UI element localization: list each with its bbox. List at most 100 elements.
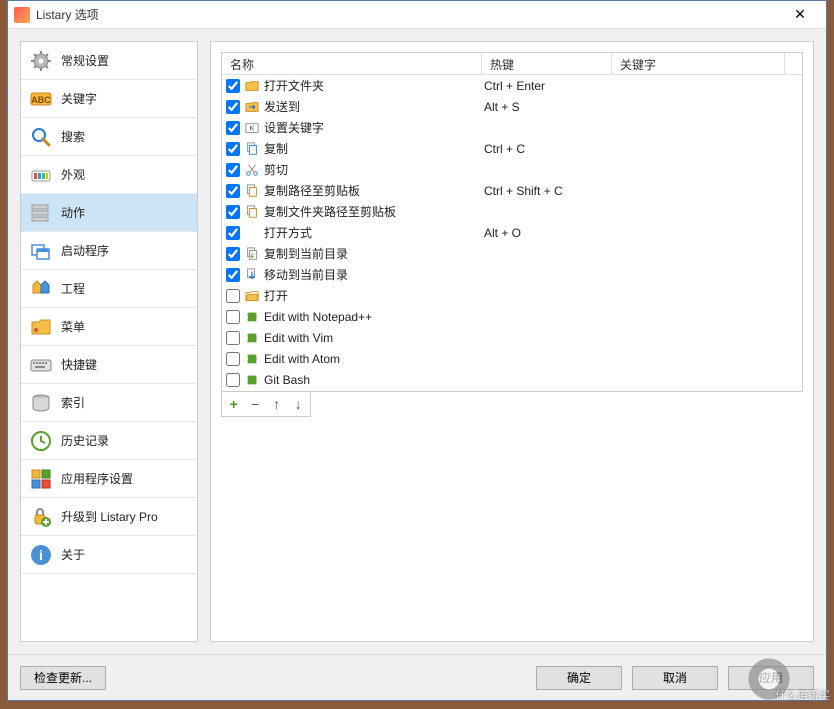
sidebar-item-menus[interactable]: 菜单 [21, 308, 197, 346]
row-hotkey: Ctrl + Shift + C [484, 184, 614, 198]
ok-button[interactable]: 确定 [536, 666, 622, 690]
col-header-name[interactable]: 名称 [222, 53, 482, 74]
close-button[interactable]: ✕ [780, 4, 820, 26]
row-hotkey: Alt + O [484, 226, 614, 240]
menus-icon [29, 315, 53, 339]
sidebar-item-launcher[interactable]: 启动程序 [21, 232, 197, 270]
remove-button[interactable]: − [246, 394, 266, 414]
check-updates-button[interactable]: 检查更新... [20, 666, 106, 690]
row-hotkey: Ctrl + Enter [484, 79, 614, 93]
row-checkbox[interactable] [226, 226, 240, 240]
list-row[interactable]: Edit with Atom [222, 348, 802, 369]
row-name: Edit with Atom [264, 352, 484, 366]
svg-text:ABC: ABC [31, 95, 51, 105]
keywords-icon: ABC [29, 87, 53, 111]
row-name: 发送到 [264, 98, 484, 115]
row-checkbox[interactable] [226, 331, 240, 345]
add-button[interactable]: + [224, 394, 244, 414]
list-row[interactable]: 复制Ctrl + C [222, 138, 802, 159]
row-icon [244, 372, 260, 388]
row-checkbox[interactable] [226, 247, 240, 261]
sidebar-item-label: 搜索 [61, 128, 85, 145]
row-name: 打开文件夹 [264, 77, 484, 94]
row-checkbox[interactable] [226, 289, 240, 303]
sidebar-item-label: 升级到 Listary Pro [61, 508, 158, 525]
sidebar-item-index[interactable]: 索引 [21, 384, 197, 422]
sidebar-item-label: 应用程序设置 [61, 470, 133, 487]
sidebar-item-about[interactable]: i 关于 [21, 536, 197, 574]
row-icon: K [244, 120, 260, 136]
list-row[interactable]: 复制到当前目录 [222, 243, 802, 264]
sidebar-item-label: 动作 [61, 204, 85, 221]
move-up-button[interactable]: ↑ [267, 394, 287, 414]
sidebar-item-projects[interactable]: 工程 [21, 270, 197, 308]
sidebar-item-label: 常规设置 [61, 52, 109, 69]
row-icon [244, 225, 260, 241]
col-header-scroll [785, 53, 802, 74]
list-row[interactable]: 移动到当前目录 [222, 264, 802, 285]
row-icon [244, 78, 260, 94]
col-header-hotkey[interactable]: 热键 [482, 53, 612, 74]
list-row[interactable]: Edit with Vim [222, 327, 802, 348]
row-checkbox[interactable] [226, 268, 240, 282]
list-row[interactable]: 复制路径至剪贴板Ctrl + Shift + C [222, 180, 802, 201]
cancel-button[interactable]: 取消 [632, 666, 718, 690]
list-row[interactable]: 打开方式Alt + O [222, 222, 802, 243]
sidebar-item-appearance[interactable]: 外观 [21, 156, 197, 194]
row-name: 复制到当前目录 [264, 245, 484, 262]
row-name: 复制路径至剪贴板 [264, 182, 484, 199]
sidebar-item-hotkeys[interactable]: 快捷键 [21, 346, 197, 384]
col-header-keyword[interactable]: 关键字 [612, 53, 785, 74]
sidebar-item-label: 关于 [61, 546, 85, 563]
window-title: Listary 选项 [36, 6, 780, 23]
list-body[interactable]: 打开文件夹Ctrl + Enter发送到Alt + SK设置关键字复制Ctrl … [222, 75, 802, 391]
sidebar-item-actions[interactable]: 动作 [21, 194, 197, 232]
sidebar-item-history[interactable]: 历史记录 [21, 422, 197, 460]
list-row[interactable]: Edit with Notepad++ [222, 306, 802, 327]
row-checkbox[interactable] [226, 79, 240, 93]
row-checkbox[interactable] [226, 142, 240, 156]
content-area: 常规设置ABC关键字搜索外观动作启动程序工程菜单快捷键索引历史记录应用程序设置升… [8, 29, 826, 654]
general-icon [29, 49, 53, 73]
row-icon [244, 309, 260, 325]
launcher-icon [29, 239, 53, 263]
app-icon [14, 7, 30, 23]
list-row[interactable]: K设置关键字 [222, 117, 802, 138]
move-down-button[interactable]: ↓ [289, 394, 309, 414]
row-name: 设置关键字 [264, 119, 484, 136]
sidebar-item-search[interactable]: 搜索 [21, 118, 197, 156]
row-icon [244, 267, 260, 283]
about-icon: i [29, 543, 53, 567]
list-row[interactable]: 剪切 [222, 159, 802, 180]
apply-button[interactable]: 应用 [728, 666, 814, 690]
row-name: 剪切 [264, 161, 484, 178]
row-icon [244, 204, 260, 220]
row-checkbox[interactable] [226, 205, 240, 219]
row-checkbox[interactable] [226, 100, 240, 114]
history-icon [29, 429, 53, 453]
list-row[interactable]: Git Bash [222, 369, 802, 390]
row-checkbox[interactable] [226, 163, 240, 177]
row-checkbox[interactable] [226, 310, 240, 324]
sidebar-item-upgrade[interactable]: 升级到 Listary Pro [21, 498, 197, 536]
search-icon [29, 125, 53, 149]
row-checkbox[interactable] [226, 121, 240, 135]
row-name: 复制 [264, 140, 484, 157]
row-checkbox[interactable] [226, 184, 240, 198]
list-row[interactable]: 复制文件夹路径至剪贴板 [222, 201, 802, 222]
list-row[interactable]: 发送到Alt + S [222, 96, 802, 117]
titlebar: Listary 选项 ✕ [8, 1, 826, 29]
row-hotkey: Alt + S [484, 100, 614, 114]
sidebar-item-appsettings[interactable]: 应用程序设置 [21, 460, 197, 498]
row-checkbox[interactable] [226, 373, 240, 387]
list-row[interactable]: 打开文件夹Ctrl + Enter [222, 75, 802, 96]
projects-icon [29, 277, 53, 301]
row-hotkey: Ctrl + C [484, 142, 614, 156]
sidebar-item-keywords[interactable]: ABC关键字 [21, 80, 197, 118]
sidebar-item-general[interactable]: 常规设置 [21, 42, 197, 80]
sidebar: 常规设置 ABC关键字搜索外观动作启动程序工程菜单快捷键索引历史记录应用程序设置升… [20, 41, 198, 642]
actions-icon [29, 201, 53, 225]
list-row[interactable]: 打开 [222, 285, 802, 306]
row-checkbox[interactable] [226, 352, 240, 366]
row-name: 复制文件夹路径至剪贴板 [264, 203, 484, 220]
